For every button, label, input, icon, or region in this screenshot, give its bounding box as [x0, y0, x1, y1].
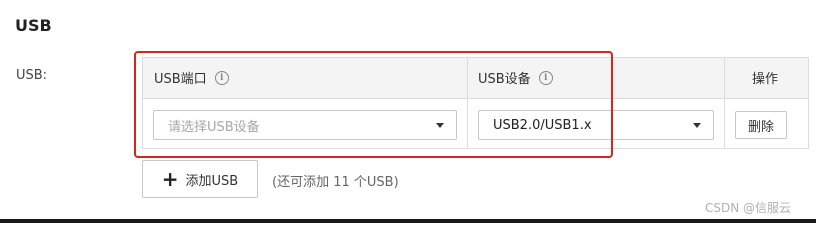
usb-port-placeholder: 请选择USB设备 — [168, 119, 260, 135]
chevron-down-icon — [436, 123, 444, 128]
usb-field-label: USB: — [16, 68, 48, 83]
delete-button[interactable]: 删除 — [735, 111, 787, 139]
add-usb-button[interactable]: + 添加USB — [142, 160, 258, 198]
usb-port-select[interactable]: 请选择USB设备 — [153, 110, 457, 140]
section-title: USB — [15, 16, 52, 35]
usb-device-value: USB2.0/USB1.x — [493, 117, 592, 133]
table-header — [143, 58, 808, 99]
column-divider — [467, 58, 468, 148]
plus-icon: + — [161, 167, 179, 191]
add-usb-hint: (还可添加 11 个USB) — [272, 175, 399, 190]
watermark: CSDN @信服云 — [705, 201, 792, 215]
header-usb-port: USB端口 i — [154, 57, 229, 98]
info-icon[interactable]: i — [214, 70, 229, 85]
header-usb-device: USB设备 i — [478, 57, 553, 98]
info-icon[interactable]: i — [538, 70, 553, 85]
bottom-bar — [0, 219, 816, 223]
add-usb-label: 添加USB — [185, 173, 239, 189]
chevron-down-icon — [693, 123, 701, 128]
column-divider — [724, 58, 725, 148]
header-usb-device-label: USB设备 — [478, 72, 531, 87]
header-usb-port-label: USB端口 — [154, 72, 207, 87]
usb-device-select[interactable]: USB2.0/USB1.x — [478, 110, 714, 140]
header-action: 操作 — [752, 72, 779, 87]
